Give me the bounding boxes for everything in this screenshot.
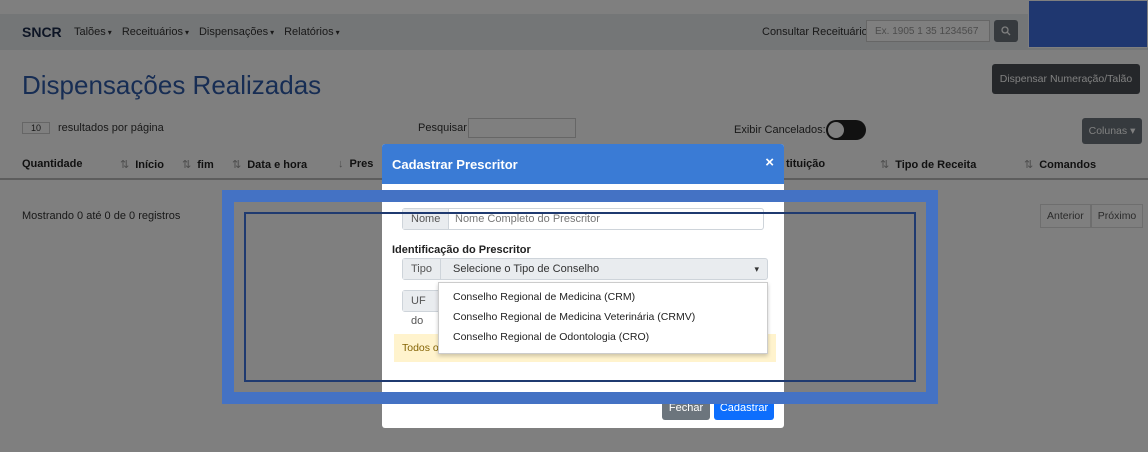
screen: SNCR Talões▾ Receituários▾ Dispensações▾… (0, 0, 1148, 452)
highlight-inner-frame (244, 212, 916, 382)
close-icon[interactable]: × (765, 154, 774, 171)
modal-header: Cadastrar Prescritor × (382, 144, 784, 184)
modal-title: Cadastrar Prescritor (392, 157, 518, 172)
highlight-frame (222, 190, 938, 404)
